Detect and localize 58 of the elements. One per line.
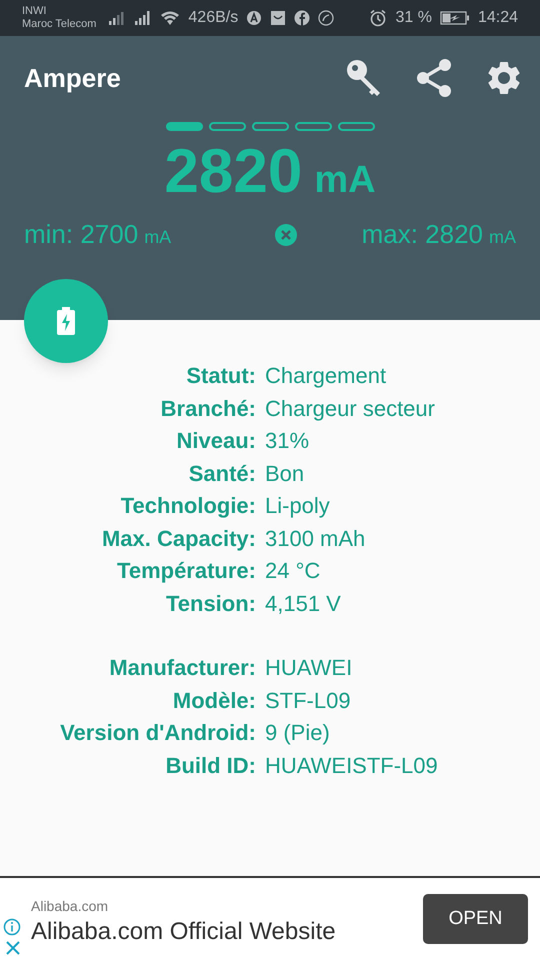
battery-percent: 31 % <box>395 8 432 28</box>
notification-icon <box>246 10 262 26</box>
carrier-name: INWI <box>22 5 48 18</box>
close-icon[interactable] <box>5 940 21 956</box>
info-value: 9 (Pie) <box>265 719 330 747</box>
wifi-icon <box>160 10 180 26</box>
info-value: 4,151 V <box>265 590 341 618</box>
info-value: Li-poly <box>265 492 330 520</box>
network-speed: 426B/s <box>188 8 238 28</box>
max-value: max: 2820 <box>362 218 483 251</box>
info-label: Santé: <box>188 460 257 488</box>
info-value: HUAWEI <box>265 654 352 682</box>
info-label: Technologie: <box>120 492 257 520</box>
current-value: 2820 <box>164 136 302 208</box>
facebook-icon <box>294 10 310 26</box>
alarm-icon <box>369 9 388 27</box>
phone-icon <box>318 10 334 26</box>
info-label: Modèle: <box>172 686 257 714</box>
current-unit: mA <box>314 158 376 203</box>
info-value: Chargeur secteur <box>265 394 435 423</box>
info-label: Statut: <box>185 362 257 390</box>
carrier-name: Maroc Telecom <box>22 18 96 31</box>
info-icon[interactable] <box>3 918 21 936</box>
open-button[interactable]: OPEN <box>423 894 528 944</box>
info-label: Max. Capacity: <box>100 524 257 553</box>
info-value: HUAWEISTF-L09 <box>265 752 438 780</box>
page-indicator[interactable] <box>252 122 288 130</box>
signal-icon <box>134 10 152 26</box>
info-value: 3100 mAh <box>265 524 366 552</box>
page-indicator[interactable] <box>338 122 374 130</box>
app-title: Ampere <box>24 62 122 94</box>
ad-headline[interactable]: Alibaba.com Official Website <box>31 916 423 946</box>
info-value: STF-L09 <box>265 686 351 714</box>
info-value: Chargement <box>265 362 386 390</box>
info-label: Manufacturer: <box>108 654 257 682</box>
info-label: Température: <box>116 557 257 585</box>
info-label: Branché: <box>160 394 257 422</box>
shopping-bag-icon <box>270 10 286 26</box>
info-label: Version d'Android: <box>59 719 257 747</box>
info-label: Niveau: <box>176 427 257 455</box>
page-indicator[interactable] <box>208 122 246 130</box>
clock: 14:24 <box>478 8 518 28</box>
battery-charging-icon <box>440 10 470 26</box>
max-unit: mA <box>489 226 516 249</box>
page-indicator[interactable] <box>294 122 332 130</box>
info-label: Build ID: <box>164 752 257 780</box>
advertiser-name: Alibaba.com <box>31 896 110 916</box>
share-icon[interactable] <box>414 58 454 98</box>
page-indicator[interactable] <box>166 122 202 130</box>
min-unit: mA <box>144 226 172 249</box>
info-value: 31% <box>265 427 310 455</box>
info-value: 24 °C <box>265 557 320 585</box>
info-value: Bon <box>265 460 304 488</box>
signal-icon <box>108 10 126 26</box>
battery-charging-icon <box>57 307 75 335</box>
reset-icon[interactable] <box>274 222 298 246</box>
min-value: min: 2700 <box>24 218 138 251</box>
info-label: Tension: <box>164 590 257 618</box>
